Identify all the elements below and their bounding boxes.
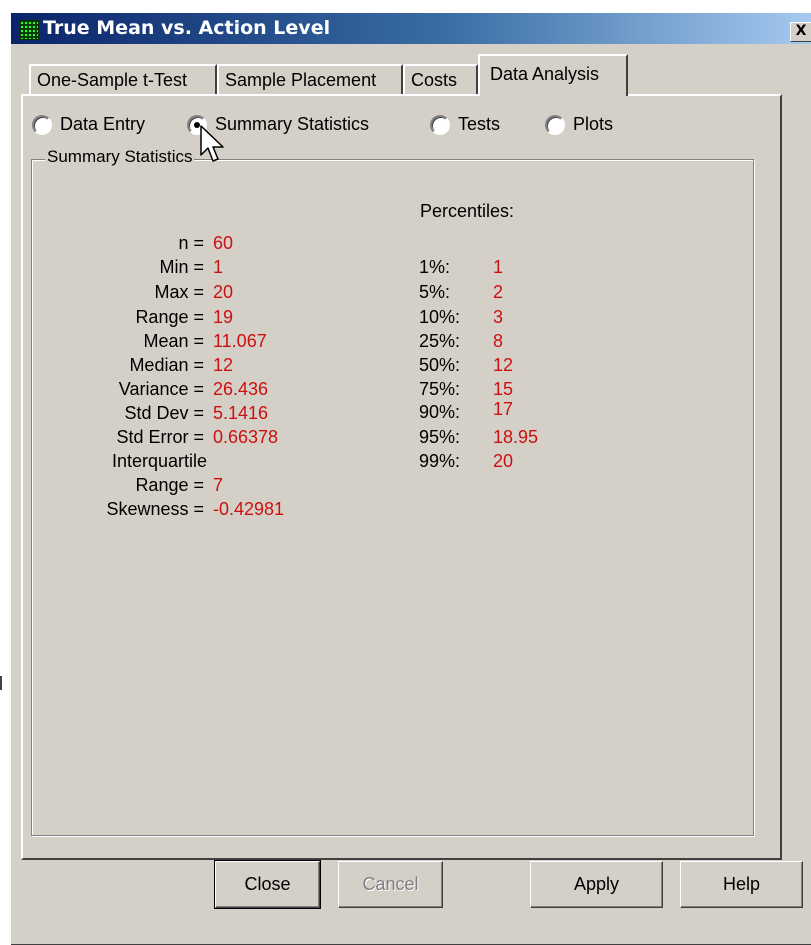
stat-label: Interquartile bbox=[112, 451, 208, 471]
stat-value: 5.1416 bbox=[213, 403, 269, 423]
stat-label: Std Error = bbox=[116, 427, 204, 447]
radio-circle-icon bbox=[545, 115, 565, 135]
percentile-label: 10%: bbox=[419, 307, 461, 327]
percentile-value: 15 bbox=[493, 379, 514, 399]
stat-label: Skewness = bbox=[106, 499, 204, 519]
app-grid-icon bbox=[19, 20, 39, 40]
radio-circle-icon bbox=[430, 115, 450, 135]
stat-label: Max = bbox=[154, 282, 204, 302]
percentile-row: 10%: 3 bbox=[419, 306, 619, 328]
mouse-pointer-icon bbox=[200, 125, 224, 162]
percentile-row: 1%: 1 bbox=[419, 256, 619, 278]
groupbox-title: Summary Statistics bbox=[45, 147, 195, 167]
percentile-value: 3 bbox=[493, 307, 504, 327]
radio-circle-icon bbox=[32, 115, 52, 135]
tab-strip: One-Sample t-Test Sample Placement Costs… bbox=[0, 54, 801, 96]
stat-value: 12 bbox=[213, 355, 234, 375]
tab-data-analysis[interactable]: Data Analysis bbox=[478, 54, 628, 96]
stat-row-std-error: Std Error = 0.66378 bbox=[40, 426, 410, 448]
tab-one-sample-t-test[interactable]: One-Sample t-Test bbox=[29, 64, 217, 94]
percentile-label: 90%: bbox=[419, 402, 461, 422]
stat-label: Variance = bbox=[118, 379, 204, 399]
percentile-label: 99%: bbox=[419, 451, 461, 471]
percentile-label: 5%: bbox=[419, 282, 451, 302]
percentile-row: 90%: 17 bbox=[419, 399, 619, 423]
stat-label: Mean = bbox=[143, 331, 204, 351]
percentile-label: 50%: bbox=[419, 355, 461, 375]
stat-row-range: Range = 19 bbox=[40, 306, 410, 328]
stat-row-interquartile: Interquartile bbox=[40, 450, 410, 472]
stat-value: 0.66378 bbox=[213, 427, 279, 447]
percentile-label: 95%: bbox=[419, 427, 461, 447]
window-edge-mark bbox=[0, 676, 2, 690]
stat-row-min: Min = 1 bbox=[40, 256, 410, 278]
stat-value: 60 bbox=[213, 233, 234, 253]
stat-row-iqr-range: Range = 7 bbox=[40, 474, 410, 496]
radio-label: Summary Statistics bbox=[215, 114, 370, 134]
percentile-label: 25%: bbox=[419, 331, 461, 351]
stat-label: Range = bbox=[135, 475, 204, 495]
percentile-value: 12 bbox=[493, 355, 514, 375]
radio-label: Tests bbox=[458, 114, 501, 134]
window-title: True Mean vs. Action Level bbox=[43, 17, 331, 39]
stat-value: 1 bbox=[213, 257, 224, 277]
tab-sample-placement[interactable]: Sample Placement bbox=[217, 64, 403, 94]
percentile-row: 99%: 20 bbox=[419, 450, 619, 472]
stat-value: -0.42981 bbox=[213, 499, 285, 519]
stat-row-max: Max = 20 bbox=[40, 281, 410, 303]
percentile-value: 1 bbox=[493, 257, 504, 277]
percentile-row: 75%: 15 bbox=[419, 378, 619, 400]
radio-plots[interactable]: Plots bbox=[545, 113, 645, 137]
cancel-button[interactable]: Cancel bbox=[338, 861, 443, 908]
stat-value: 11.067 bbox=[213, 331, 267, 351]
percentile-row: 5%: 2 bbox=[419, 281, 619, 303]
percentile-row: 50%: 12 bbox=[419, 354, 619, 376]
percentile-label: 75%: bbox=[419, 379, 461, 399]
radio-label: Data Entry bbox=[60, 114, 146, 134]
radio-tests[interactable]: Tests bbox=[430, 113, 530, 137]
stat-row-mean: Mean = 11.067 bbox=[40, 330, 410, 352]
tab-costs[interactable]: Costs bbox=[403, 64, 478, 94]
stat-label: Std Dev = bbox=[124, 403, 204, 423]
stat-row-std-dev: Std Dev = 5.1416 bbox=[40, 402, 410, 424]
stat-label: n = bbox=[178, 233, 204, 253]
percentile-value: 18.95 bbox=[493, 427, 539, 447]
percentiles-title: Percentiles: bbox=[420, 201, 515, 221]
radio-data-entry[interactable]: Data Entry bbox=[32, 113, 172, 137]
stat-value: 20 bbox=[213, 282, 234, 302]
percentile-value: 17 bbox=[493, 399, 514, 419]
stat-row-median: Median = 12 bbox=[40, 354, 410, 376]
stat-row-n: n = 60 bbox=[40, 232, 410, 254]
stat-value: 7 bbox=[213, 475, 224, 495]
percentile-row: 95%: 18.95 bbox=[419, 426, 619, 448]
stat-value: 19 bbox=[213, 307, 234, 327]
apply-button[interactable]: Apply bbox=[530, 861, 663, 908]
stat-row-skewness: Skewness = -0.42981 bbox=[40, 498, 410, 520]
stat-row-variance: Variance = 26.436 bbox=[40, 378, 410, 400]
title-bar[interactable]: True Mean vs. Action Level X bbox=[11, 13, 811, 44]
percentile-label: 1%: bbox=[419, 257, 451, 277]
stat-value: 26.436 bbox=[213, 379, 269, 399]
close-button[interactable]: Close bbox=[214, 860, 321, 909]
radio-label: Plots bbox=[573, 114, 614, 134]
stat-label: Range = bbox=[135, 307, 204, 327]
stat-label: Min = bbox=[159, 257, 204, 277]
close-window-button[interactable]: X bbox=[790, 22, 811, 42]
percentile-row: 25%: 8 bbox=[419, 330, 619, 352]
percentile-value: 2 bbox=[493, 282, 504, 302]
percentile-value: 8 bbox=[493, 331, 504, 351]
stat-label: Median = bbox=[129, 355, 204, 375]
help-button[interactable]: Help bbox=[680, 861, 803, 908]
percentile-value: 20 bbox=[493, 451, 514, 471]
